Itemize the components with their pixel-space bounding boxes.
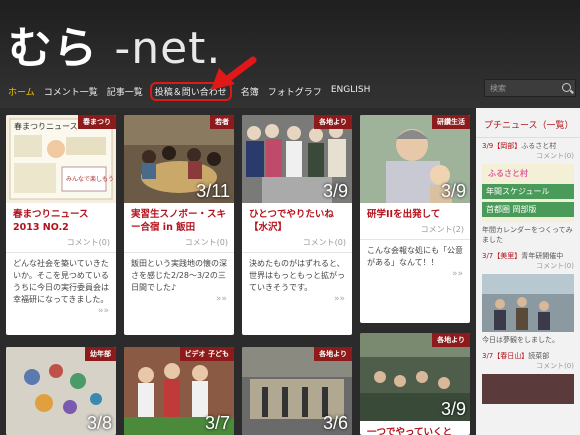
search-icon[interactable]: [562, 83, 571, 92]
date-number: 3/7: [204, 413, 230, 433]
article-title[interactable]: 一つでやっていくと: [360, 421, 470, 435]
category-badge: ビデオ 子ども: [179, 347, 234, 361]
comment-count[interactable]: コメント(2): [360, 221, 470, 240]
category-badge: 各地より: [432, 333, 470, 347]
news-date: 3/9【岡部】: [482, 142, 522, 150]
comment-count[interactable]: コメント(0): [6, 234, 116, 253]
article-card[interactable]: 研鑽生活 3/9 研学IIを出発して コメント(2) こんな会報な処にも「公意が…: [360, 115, 470, 323]
read-more-icon[interactable]: »»: [242, 294, 352, 307]
article-thumbnail[interactable]: 各地より 3/6: [242, 347, 352, 435]
article-title[interactable]: ひとつでやりたいね【水沢】: [242, 203, 352, 234]
article-title[interactable]: 研学IIを出発して: [360, 203, 470, 221]
article-title[interactable]: 実習生スノボー・スキー合宿 in 飯田: [124, 203, 234, 234]
date-number: 3/8: [86, 413, 112, 433]
date-number: 3/11: [196, 181, 230, 201]
article-excerpt: 飯田という実践地の懐の深さを感じた2/28〜3/2の三日間でした♪: [131, 259, 227, 292]
article-excerpt: こんな会報な処にも「公意がある」なんて！！: [367, 246, 463, 267]
news-image[interactable]: [482, 274, 574, 332]
category-badge: 若者: [210, 115, 234, 129]
news-item[interactable]: 3/9【岡部】ふるさと村: [476, 138, 580, 151]
photo-image: [482, 274, 574, 332]
comment-count[interactable]: コメント(0): [124, 234, 234, 253]
news-caption: 今日は夢観をしました。: [482, 336, 559, 344]
article-title[interactable]: 春まつりニュース 2013 NO.2: [6, 203, 116, 234]
main-nav: ホーム コメント一覧 記事一覧 投稿＆問い合わせ 名簿 フォトグラフ ENGLI…: [8, 82, 379, 101]
news-image-text: ふるさと村: [488, 169, 528, 178]
article-card[interactable]: ビデオ 子ども 3/7: [124, 347, 234, 435]
news-image[interactable]: ふるさと村 年間スケジュール 首都圏 岡部版: [482, 164, 574, 222]
news-image-text: 首都圏 岡部版: [482, 202, 574, 217]
article-card[interactable]: 若者 3/11 実習生スノボー・スキー合宿 in 飯田 コメント(0) 飯田とい…: [124, 115, 234, 335]
nav-comments[interactable]: コメント一覧: [44, 85, 98, 101]
article-thumbnail[interactable]: 各地より 3/9: [360, 333, 470, 421]
date-number: 3/9: [440, 399, 466, 419]
article-thumbnail[interactable]: 幼年部 3/8: [6, 347, 116, 435]
red-arrow-icon: [211, 56, 257, 90]
comment-count[interactable]: コメント(0): [476, 151, 580, 161]
category-badge: 各地より: [314, 115, 352, 129]
article-card[interactable]: 各地より 3/6: [242, 347, 352, 435]
thumb-text: みんなで楽しもう: [66, 175, 114, 183]
news-date: 3/7【春日山】: [482, 352, 529, 360]
category-badge: 各地より: [314, 347, 352, 361]
article-thumbnail[interactable]: 若者 3/11: [124, 115, 234, 203]
search-placeholder: 検索: [490, 83, 506, 93]
comment-count[interactable]: コメント(0): [242, 234, 352, 253]
sidebar-news: プチニュース（一覧） 3/9【岡部】ふるさと村 コメント(0) ふるさと村 年間…: [476, 108, 580, 435]
article-thumbnail[interactable]: 研鑽生活 3/9: [360, 115, 470, 203]
article-card[interactable]: 各地より 3/9 一つでやっていくと: [360, 333, 470, 435]
date-number: 3/6: [322, 413, 348, 433]
news-date: 3/7【美里】: [482, 252, 522, 260]
news-text[interactable]: ふるさと村: [521, 142, 556, 150]
nav-home[interactable]: ホーム: [8, 85, 35, 101]
sidebar-title[interactable]: プチニュース（一覧）: [476, 108, 580, 138]
news-item[interactable]: 3/7【春日山】読菜部: [476, 345, 580, 361]
article-card[interactable]: 幼年部 3/8: [6, 347, 116, 435]
category-badge: 研鑽生活: [432, 115, 470, 129]
nav-english[interactable]: ENGLISH: [331, 85, 371, 101]
news-text[interactable]: 青年研開催中: [521, 252, 563, 260]
article-excerpt: 決めたものがはずれると、世界はもっともっと拡がっていきそうです。: [249, 259, 345, 292]
date-number: 3/9: [322, 181, 348, 201]
article-card[interactable]: 春まつりニュース みんなで楽しもう 春まつり 春まつりニュース 2013 NO.…: [6, 115, 116, 335]
logo-main: むら: [8, 23, 98, 74]
comment-count[interactable]: コメント(0): [476, 261, 580, 271]
read-more-icon[interactable]: »»: [6, 306, 116, 319]
nav-photograph[interactable]: フォトグラフ: [268, 85, 322, 101]
article-card[interactable]: 各地より 3/9 ひとつでやりたいね【水沢】 コメント(0) 決めたものがはずれ…: [242, 115, 352, 335]
thumb-text: 春まつりニュース: [14, 121, 78, 131]
read-more-icon[interactable]: »»: [124, 294, 234, 307]
category-badge: 幼年部: [85, 347, 116, 361]
article-excerpt: どんな社会を築いていきたいか。そこを見つめているうちに今日の実行委員会は幸福研に…: [13, 259, 109, 304]
date-number: 3/9: [440, 181, 466, 201]
article-thumbnail[interactable]: 春まつりニュース みんなで楽しもう 春まつり: [6, 115, 116, 203]
news-image-text: 年間スケジュール: [482, 184, 574, 199]
article-thumbnail[interactable]: ビデオ 子ども 3/7: [124, 347, 234, 435]
news-item[interactable]: 3/7【美里】青年研開催中: [476, 245, 580, 261]
read-more-icon[interactable]: »»: [360, 269, 470, 282]
site-logo[interactable]: むら -net.: [8, 12, 221, 76]
article-thumbnail[interactable]: 各地より 3/9: [242, 115, 352, 203]
news-caption: 年間カレンダーをつくってみました: [482, 226, 573, 244]
comment-count[interactable]: コメント(0): [476, 361, 580, 371]
news-image[interactable]: [482, 374, 574, 404]
search-input[interactable]: 検索: [484, 79, 576, 97]
nav-articles[interactable]: 記事一覧: [107, 85, 143, 101]
news-text[interactable]: 読菜部: [528, 352, 549, 360]
category-badge: 春まつり: [78, 115, 116, 129]
logo-suffix: -net.: [114, 23, 222, 74]
